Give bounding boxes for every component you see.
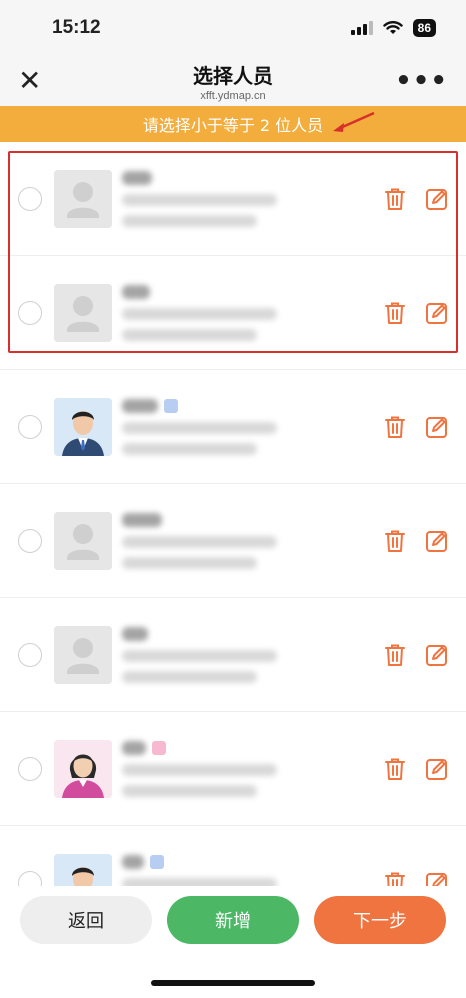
row-actions	[382, 414, 450, 440]
person-info	[122, 512, 374, 569]
person-rows	[0, 142, 466, 940]
person-info	[122, 626, 374, 683]
select-radio[interactable]	[18, 528, 42, 553]
person-name-redacted	[122, 512, 162, 527]
edit-icon[interactable]	[424, 300, 450, 326]
avatar	[54, 169, 112, 228]
edit-icon[interactable]	[424, 756, 450, 782]
row-actions	[382, 186, 450, 212]
signal-icon	[350, 21, 373, 35]
select-radio[interactable]	[18, 756, 42, 781]
trash-icon[interactable]	[382, 186, 408, 212]
person-tag	[164, 398, 178, 413]
person-row[interactable]	[0, 712, 466, 826]
person-tag	[150, 854, 164, 869]
person-row[interactable]	[0, 142, 466, 256]
person-phone-redacted	[122, 784, 257, 797]
person-row[interactable]	[0, 256, 466, 370]
person-id-redacted	[122, 307, 277, 320]
status-bar: 15:12 86	[0, 0, 466, 56]
person-list	[0, 142, 466, 940]
person-name-redacted	[122, 740, 146, 755]
back-button[interactable]: 返回	[20, 896, 152, 944]
person-info	[122, 740, 374, 797]
select-radio[interactable]	[18, 414, 42, 439]
edit-icon[interactable]	[424, 528, 450, 554]
more-icon[interactable]: •••	[395, 68, 448, 94]
battery-indicator: 86	[412, 19, 436, 37]
person-name-redacted	[122, 170, 152, 185]
person-tag	[152, 740, 166, 755]
person-id-redacted	[122, 763, 277, 776]
row-actions	[382, 642, 450, 668]
next-button[interactable]: 下一步	[314, 896, 446, 944]
person-info	[122, 170, 374, 227]
avatar	[54, 739, 112, 798]
selection-notice: 请选择小于等于 2 位人员	[0, 106, 466, 142]
bottom-bar: 返回 新增 下一步	[0, 886, 466, 998]
trash-icon[interactable]	[382, 642, 408, 668]
person-phone-redacted	[122, 442, 257, 455]
row-actions	[382, 300, 450, 326]
edit-icon[interactable]	[424, 186, 450, 212]
trash-icon[interactable]	[382, 300, 408, 326]
trash-icon[interactable]	[382, 756, 408, 782]
add-button[interactable]: 新增	[167, 896, 299, 944]
button-row: 返回 新增 下一步	[0, 886, 466, 944]
trash-icon[interactable]	[382, 528, 408, 554]
row-actions	[382, 756, 450, 782]
nav-bar: ✕ 选择人员 xfft.ydmap.cn •••	[0, 56, 466, 106]
status-icons: 86	[350, 19, 436, 37]
person-info	[122, 284, 374, 341]
select-radio[interactable]	[18, 642, 42, 667]
person-name-redacted	[122, 854, 144, 869]
person-name-redacted	[122, 398, 158, 413]
trash-icon[interactable]	[382, 414, 408, 440]
person-row[interactable]	[0, 484, 466, 598]
avatar	[54, 625, 112, 684]
row-actions	[382, 528, 450, 554]
close-icon[interactable]: ✕	[18, 67, 58, 95]
select-radio[interactable]	[18, 300, 42, 325]
avatar	[54, 397, 112, 456]
edit-icon[interactable]	[424, 414, 450, 440]
person-name-redacted	[122, 626, 148, 641]
person-phone-redacted	[122, 670, 257, 683]
person-phone-redacted	[122, 214, 257, 227]
arrow-annotation-icon	[333, 111, 375, 132]
home-indicator	[151, 980, 315, 986]
notice-text: 请选择小于等于 2 位人员	[142, 116, 324, 135]
wifi-icon	[382, 21, 403, 34]
person-id-redacted	[122, 193, 277, 206]
edit-icon[interactable]	[424, 642, 450, 668]
person-phone-redacted	[122, 556, 257, 569]
select-radio[interactable]	[18, 186, 42, 211]
person-id-redacted	[122, 535, 277, 548]
person-row[interactable]	[0, 598, 466, 712]
person-id-redacted	[122, 649, 277, 662]
avatar	[54, 511, 112, 570]
status-time: 15:12	[52, 17, 101, 38]
avatar	[54, 283, 112, 342]
person-name-redacted	[122, 284, 150, 299]
person-id-redacted	[122, 421, 277, 434]
person-row[interactable]	[0, 370, 466, 484]
person-info	[122, 398, 374, 455]
person-phone-redacted	[122, 328, 257, 341]
